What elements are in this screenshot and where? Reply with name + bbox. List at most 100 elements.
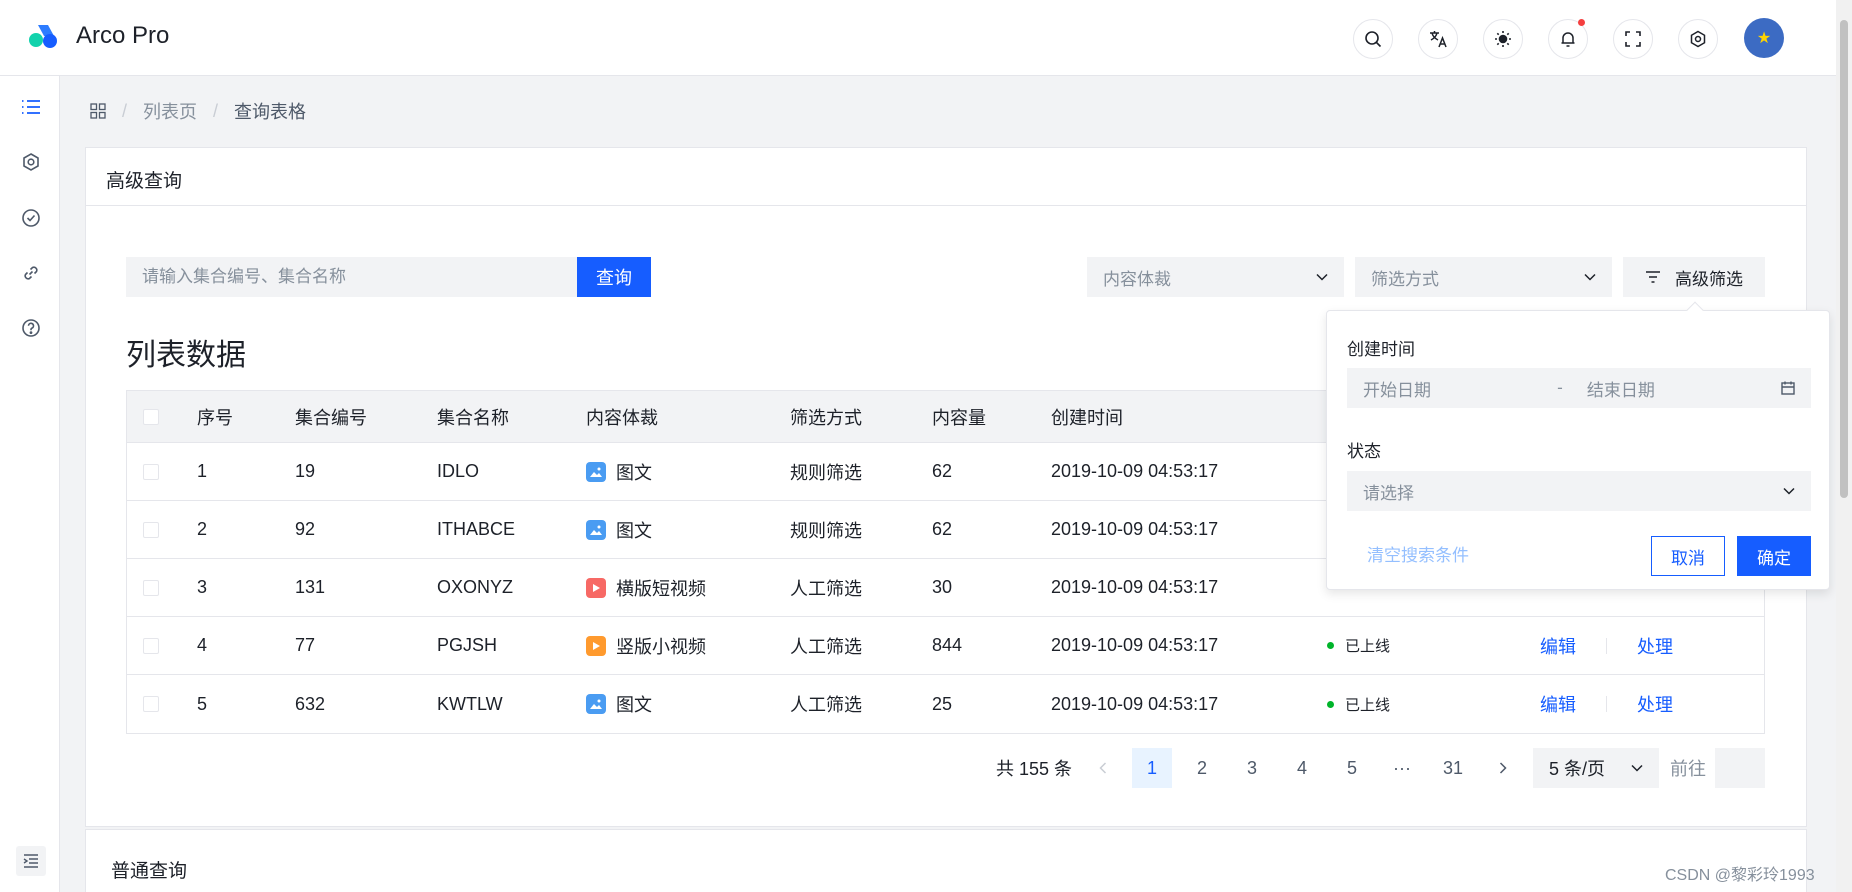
- calendar-icon: [1781, 381, 1795, 395]
- breadcrumb-item-list[interactable]: 列表页: [143, 98, 197, 124]
- content-count: 62: [932, 461, 953, 481]
- search-input[interactable]: [126, 257, 577, 297]
- settings-button[interactable]: [1678, 19, 1718, 59]
- date-range-picker[interactable]: 开始日期 - 结束日期: [1347, 368, 1811, 408]
- content-count: 30: [932, 577, 953, 597]
- collection-name: PGJSH: [437, 635, 498, 655]
- select-all-checkbox[interactable]: [143, 408, 159, 425]
- advanced-filter-button[interactable]: 高级筛选: [1623, 257, 1765, 297]
- image-icon: [586, 461, 606, 482]
- column-header: 集合编号: [295, 407, 367, 428]
- row-actions: 编辑 处理: [1540, 617, 1673, 674]
- clear-search-link[interactable]: 清空搜索条件: [1367, 541, 1469, 566]
- row-checkbox[interactable]: [143, 696, 159, 712]
- content-type-label: 竖版小视频: [616, 636, 706, 657]
- chevron-right-icon: [1499, 762, 1507, 774]
- search-group: 查询: [126, 257, 651, 297]
- collapse-sidebar-button[interactable]: [16, 846, 46, 876]
- filter-method: 规则筛选: [790, 520, 862, 541]
- created-time: 2019-10-09 04:53:17: [1051, 577, 1219, 597]
- row-index: 2: [197, 519, 208, 539]
- filter-icon: [1646, 271, 1660, 283]
- table-row: 4 77 PGJSH 竖版小视频 人工筛选 844 2019-10-09 04:…: [127, 617, 1764, 675]
- column-header: 内容体裁: [586, 407, 658, 428]
- fullscreen-icon: [1625, 31, 1641, 47]
- pagination-total: 共 155 条: [996, 759, 1073, 779]
- breadcrumb-separator: /: [122, 100, 128, 121]
- filter-method-select[interactable]: 筛选方式: [1355, 257, 1612, 297]
- confirm-button[interactable]: 确定: [1737, 536, 1811, 576]
- page-item[interactable]: 2: [1182, 748, 1222, 788]
- sidebar-item-help[interactable]: [18, 315, 44, 341]
- collection-code: 131: [295, 577, 326, 597]
- content-type: 图文: [586, 443, 652, 500]
- status-select[interactable]: 请选择: [1347, 471, 1811, 511]
- page-item[interactable]: 31: [1433, 748, 1473, 788]
- sidebar-item-result[interactable]: [18, 205, 44, 231]
- list-icon: [22, 100, 40, 114]
- page-item[interactable]: 1: [1132, 748, 1172, 788]
- language-button[interactable]: [1418, 19, 1458, 59]
- prev-page-button[interactable]: [1083, 748, 1123, 788]
- sidebar-item-settings[interactable]: [18, 149, 44, 175]
- menu-fold-icon: [23, 854, 38, 868]
- status-dot: [1327, 642, 1334, 649]
- page-item[interactable]: 5: [1332, 748, 1372, 788]
- sidebar-item-list[interactable]: [18, 94, 44, 120]
- row-checkbox[interactable]: [143, 463, 159, 480]
- goto-page-input[interactable]: [1715, 748, 1765, 788]
- end-date-placeholder[interactable]: 结束日期: [1587, 376, 1655, 401]
- notification-button[interactable]: [1548, 19, 1588, 59]
- avatar[interactable]: ★: [1744, 18, 1784, 58]
- column-header: 筛选方式: [790, 407, 862, 428]
- status-placeholder: 请选择: [1363, 483, 1414, 503]
- settings-icon: [23, 153, 39, 171]
- handle-link[interactable]: 处理: [1637, 633, 1673, 659]
- theme-toggle-button[interactable]: [1483, 19, 1523, 59]
- breadcrumb: / 列表页 / 查询表格: [90, 98, 306, 124]
- created-time-label: 创建时间: [1347, 340, 1415, 359]
- row-checkbox[interactable]: [143, 579, 159, 596]
- collection-code: 92: [295, 519, 316, 539]
- filter-method: 人工筛选: [790, 578, 862, 599]
- content-count: 25: [932, 693, 953, 714]
- search-button[interactable]: [1353, 19, 1393, 59]
- fullscreen-button[interactable]: [1613, 19, 1653, 59]
- advanced-filter-label: 高级筛选: [1675, 269, 1743, 289]
- row-checkbox[interactable]: [143, 637, 159, 654]
- page-item[interactable]: 3: [1232, 748, 1272, 788]
- content-type-label: 图文: [616, 520, 652, 541]
- collection-code: 77: [295, 635, 316, 655]
- apps-icon[interactable]: [90, 103, 106, 119]
- page-ellipsis[interactable]: ···: [1382, 748, 1422, 788]
- query-button[interactable]: 查询: [577, 257, 651, 297]
- edit-link[interactable]: 编辑: [1540, 691, 1576, 717]
- content-type-label: 图文: [616, 462, 652, 483]
- logo[interactable]: Arco Pro: [28, 22, 169, 50]
- question-icon: [22, 319, 40, 337]
- page-scrollbar[interactable]: [1836, 0, 1852, 892]
- divider: [1606, 696, 1607, 712]
- chevron-left-icon: [1099, 762, 1107, 774]
- page-item[interactable]: 4: [1282, 748, 1322, 788]
- start-date-placeholder[interactable]: 开始日期: [1363, 376, 1431, 401]
- cancel-button[interactable]: 取消: [1651, 536, 1725, 576]
- sidebar: [0, 76, 60, 892]
- page-size-select[interactable]: 5 条/页: [1533, 748, 1659, 788]
- handle-link[interactable]: 处理: [1637, 691, 1673, 717]
- created-time: 2019-10-09 04:53:17: [1051, 519, 1219, 539]
- collection-name: ITHABCE: [437, 519, 516, 539]
- row-checkbox[interactable]: [143, 521, 159, 538]
- card-title: 高级查询: [86, 148, 1806, 206]
- edit-link[interactable]: 编辑: [1540, 633, 1576, 659]
- collection-name: OXONYZ: [437, 577, 514, 597]
- sidebar-item-link[interactable]: [18, 260, 44, 286]
- notification-icon: [1561, 32, 1575, 47]
- next-page-button[interactable]: [1483, 748, 1523, 788]
- content-type-select[interactable]: 内容体裁: [1087, 257, 1344, 297]
- chevron-down-icon: [1584, 273, 1596, 281]
- collection-code: 19: [295, 461, 316, 481]
- scrollbar-thumb[interactable]: [1840, 20, 1848, 498]
- row-index: 4: [197, 635, 208, 655]
- status-badge: 已上线: [1327, 675, 1390, 733]
